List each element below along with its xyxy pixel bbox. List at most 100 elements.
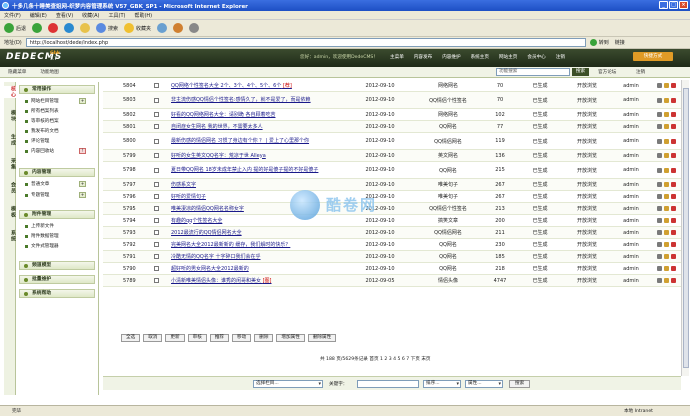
row-checkbox[interactable] xyxy=(141,230,171,235)
edit-icon[interactable] xyxy=(656,138,662,144)
preview-icon[interactable] xyxy=(663,153,669,158)
preview-icon[interactable] xyxy=(663,167,669,173)
section-attachments[interactable]: 附件管理 xyxy=(19,210,95,219)
edit-icon[interactable] xyxy=(656,97,662,103)
delete-icon[interactable] xyxy=(670,266,676,271)
pagination[interactable]: 共 188 页/5629条记录 首页 1 2 3 4 5 6 7 下页 末页 xyxy=(320,356,431,362)
cell-title[interactable]: QQ网络个性签名大全 2个、3个、4个、5个、6个 [荐] xyxy=(171,83,347,89)
sort-select[interactable]: 排序... xyxy=(423,380,461,388)
preview-icon[interactable] xyxy=(663,124,669,129)
row-checkbox[interactable] xyxy=(141,182,171,187)
table-row[interactable]: 5802 好看的QQ网络网名大全：请别跪 各自顾着吃苦 2012-09-10 网络网… xyxy=(103,109,681,121)
delete-icon[interactable] xyxy=(670,254,676,259)
cell-category[interactable]: QQ情侣个性签名 xyxy=(413,205,483,212)
media-icon[interactable] xyxy=(157,23,168,33)
row-checkbox[interactable] xyxy=(141,266,171,271)
edit-icon[interactable] xyxy=(656,206,662,211)
row-checkbox[interactable] xyxy=(141,206,171,211)
preview-icon[interactable] xyxy=(663,254,669,259)
delete-icon[interactable] xyxy=(670,124,676,129)
preview-icon[interactable] xyxy=(663,278,669,283)
delete-icon[interactable] xyxy=(670,182,676,187)
section-common[interactable]: 常用操作 xyxy=(19,85,95,94)
cell-category[interactable]: 网络网名 xyxy=(413,111,483,118)
function-map-link[interactable]: 功能地图 xyxy=(40,69,58,75)
tab-members[interactable]: 会员 xyxy=(4,182,16,194)
table-row[interactable]: 5790 超好听的男女网名大全2012最新的 2012-09-10 QQ网名 218 已… xyxy=(103,263,681,275)
edit-icon[interactable] xyxy=(656,124,662,129)
function-search-button[interactable]: 搜索 xyxy=(572,68,589,76)
cell-category[interactable]: 唯美句子 xyxy=(413,181,483,188)
cell-title[interactable]: 自闭症女生网名 我的世界，不需要太多人 xyxy=(171,124,347,130)
cell-category[interactable]: QQ网名 xyxy=(413,167,483,174)
recommend-button[interactable]: 推荐 xyxy=(209,334,230,342)
delete-icon[interactable] xyxy=(670,153,676,158)
sidebar-item-attach-data[interactable]: 附件数据管理 xyxy=(25,233,59,239)
row-checkbox[interactable] xyxy=(141,112,171,117)
delete-icon[interactable] xyxy=(670,112,676,117)
delete-icon[interactable] xyxy=(670,97,676,103)
select-all-button[interactable]: 全选 xyxy=(121,334,141,342)
delete-icon[interactable] xyxy=(670,230,676,235)
row-checkbox[interactable] xyxy=(141,194,171,199)
scrollbar[interactable] xyxy=(681,80,689,376)
cell-category[interactable]: 情侣头像 xyxy=(413,277,483,284)
tab-core[interactable]: 核心 xyxy=(4,86,16,98)
cell-title[interactable]: 冷酷无情的QQ名字 十字碎口我们会在乎 xyxy=(171,254,347,260)
menu-edit[interactable]: 编辑(E) xyxy=(30,12,47,19)
nav-publish[interactable]: 内容发布 xyxy=(414,54,432,60)
row-checkbox[interactable] xyxy=(141,278,171,283)
cell-title[interactable]: 完美网名大全2012最新新的 缓存，我们解时的快乐？ xyxy=(171,242,347,248)
table-row[interactable]: 5803 非主流伤感QQ情侣个性签名:感情久了，就不是爱了，而是依赖 2012-0… xyxy=(103,92,681,109)
section-content[interactable]: 内容管理 xyxy=(19,168,95,177)
maximize-icon[interactable]: □ xyxy=(669,1,678,9)
sidebar-item-all-docs[interactable]: 所有档案列表 xyxy=(25,108,59,114)
nav-site-home[interactable]: 网站主页 xyxy=(499,54,517,60)
mail-icon[interactable] xyxy=(173,23,184,33)
add-category-icon[interactable]: + xyxy=(79,98,86,104)
edit-icon[interactable] xyxy=(656,153,662,158)
cell-title[interactable]: 夏日带QQ网名 18岁未成年禁止入内 提的好是傻子提的不好是傻子 xyxy=(171,167,347,173)
links-button[interactable]: 链接 xyxy=(615,39,625,46)
tab-collect[interactable]: 采集 xyxy=(4,158,16,170)
preview-icon[interactable] xyxy=(663,218,669,223)
row-checkbox[interactable] xyxy=(141,138,171,144)
cell-category[interactable]: QQ情侣网名 xyxy=(413,229,483,236)
menu-file[interactable]: 文件(F) xyxy=(4,12,21,19)
sidebar-item-topic[interactable]: 专题管理 xyxy=(25,192,49,198)
favorites-button[interactable]: 收藏夹 xyxy=(124,23,151,33)
nav-maintain[interactable]: 内容维护 xyxy=(442,54,460,60)
preview-icon[interactable] xyxy=(663,242,669,247)
nav-system-home[interactable]: 系统主页 xyxy=(471,54,489,60)
edit-icon[interactable] xyxy=(656,218,662,223)
delete-icon[interactable] xyxy=(670,218,676,223)
nav-member-center[interactable]: 会员中心 xyxy=(527,54,545,60)
delete-icon[interactable] xyxy=(670,167,676,173)
add-article-icon[interactable]: + xyxy=(79,181,86,187)
audit-button[interactable]: 审核 xyxy=(187,334,207,342)
search-button[interactable]: 搜索 xyxy=(96,23,118,33)
edit-icon[interactable] xyxy=(656,83,662,88)
go-button[interactable]: 转到 xyxy=(589,39,609,46)
add-topic-icon[interactable]: + xyxy=(79,192,86,198)
delete-icon[interactable] xyxy=(670,138,676,144)
logout-link[interactable]: 注销 xyxy=(636,69,645,75)
preview-icon[interactable] xyxy=(663,230,669,235)
section-help[interactable]: 系统帮助 xyxy=(19,289,95,298)
forward-arrow-icon[interactable] xyxy=(32,23,43,33)
function-search-input[interactable]: 功能搜索 xyxy=(496,68,570,76)
menu-view[interactable]: 查看(V) xyxy=(56,12,73,19)
menu-tools[interactable]: 工具(T) xyxy=(109,12,126,19)
edit-icon[interactable] xyxy=(656,230,662,235)
row-checkbox[interactable] xyxy=(141,218,171,223)
table-row[interactable]: 5801 自闭症女生网名 我的世界，不需要太多人 2012-09-10 QQ网名 77… xyxy=(103,121,681,133)
filter-search-button[interactable]: 搜索 xyxy=(509,380,531,388)
table-row[interactable]: 5789 小清新唯美情侣头像：谁秀的闲哥和美女 [图] 2012-09-05 情侣头像… xyxy=(103,275,681,287)
close-icon[interactable]: × xyxy=(679,1,688,9)
remove-attr-button[interactable]: 删除属性 xyxy=(307,334,337,342)
cell-title[interactable]: 非主流伤感QQ情侣个性签名:感情久了，就不是爱了，而是依赖 xyxy=(171,97,347,103)
cell-category[interactable]: 英文网名 xyxy=(413,152,483,159)
cell-category[interactable]: QQ情侣网名 xyxy=(413,138,483,145)
cell-title[interactable]: 超好听的男女网名大全2012最新的 xyxy=(171,266,347,272)
preview-icon[interactable] xyxy=(663,182,669,187)
